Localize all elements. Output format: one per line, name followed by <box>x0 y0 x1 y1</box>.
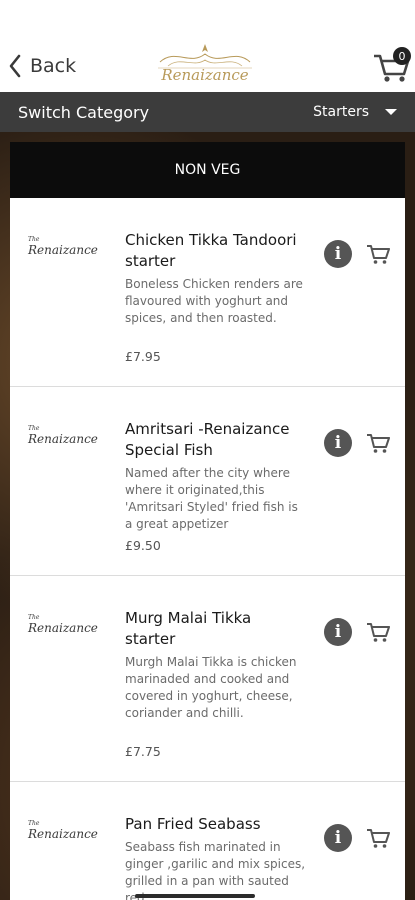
item-title: Pan Fried Seabass <box>125 815 261 833</box>
item-description: Seabass fish marinated in ginger ,garili… <box>125 840 306 900</box>
item-logo-the: The <box>28 425 40 432</box>
selected-category: Starters <box>313 104 369 120</box>
add-to-cart-icon[interactable] <box>366 243 390 265</box>
menu-panel: NON VEG The Renaizance Chicken Tikka Tan… <box>10 142 405 900</box>
item-logo: The Renaizance <box>28 236 108 257</box>
info-icon[interactable]: i <box>324 618 352 646</box>
item-title: Chicken Tikka Tandoori starter <box>125 231 297 270</box>
back-label: Back <box>30 55 77 77</box>
switch-category-label: Switch Category <box>18 102 150 122</box>
info-icon[interactable]: i <box>324 824 352 852</box>
dropdown-caret-icon <box>385 109 397 115</box>
item-description: Murgh Malai Tikka is chicken marinaded a… <box>125 655 297 720</box>
item-logo-name: Renaizance <box>28 432 98 446</box>
item-logo: The Renaizance <box>28 425 108 446</box>
add-to-cart-icon[interactable] <box>366 621 390 643</box>
item-description: Named after the city where where it orig… <box>125 466 298 531</box>
chevron-left-icon <box>9 54 21 78</box>
menu-item[interactable]: The Renaizance Murg Malai Tikka starter … <box>10 576 405 782</box>
info-icon[interactable]: i <box>324 429 352 457</box>
item-price: £7.95 <box>125 349 161 364</box>
item-logo-the: The <box>28 614 40 621</box>
cart-count-badge: 0 <box>393 47 411 65</box>
category-dropdown[interactable]: Starters <box>313 104 397 120</box>
item-logo-the: The <box>28 236 40 243</box>
home-indicator[interactable] <box>135 894 255 898</box>
item-logo-name: Renaizance <box>28 621 98 635</box>
item-description: Boneless Chicken renders are flavoured w… <box>125 277 303 325</box>
add-to-cart-icon[interactable] <box>366 827 390 849</box>
back-button[interactable]: Back <box>8 52 76 80</box>
item-title: Amritsari -Renaizance Special Fish <box>125 420 290 459</box>
item-price: £7.75 <box>125 744 161 759</box>
menu-item[interactable]: The Renaizance Chicken Tikka Tandoori st… <box>10 198 405 387</box>
logo-text: Renaizance <box>161 66 249 84</box>
item-logo-name: Renaizance <box>28 827 98 841</box>
item-logo: The Renaizance <box>28 820 108 841</box>
add-to-cart-icon[interactable] <box>366 432 390 454</box>
section-header: NON VEG <box>10 142 405 198</box>
top-header: Back Renaizance 0 <box>0 0 415 92</box>
info-icon[interactable]: i <box>324 240 352 268</box>
item-title: Murg Malai Tikka starter <box>125 609 252 648</box>
menu-item[interactable]: The Renaizance Pan Fried Seabass Seabass… <box>10 782 405 900</box>
item-logo: The Renaizance <box>28 614 108 635</box>
switch-category-bar[interactable]: Switch Category Starters <box>0 92 415 132</box>
item-price: £9.50 <box>125 538 161 553</box>
item-logo-the: The <box>28 820 40 827</box>
menu-item[interactable]: The Renaizance Amritsari -Renaizance Spe… <box>10 387 405 576</box>
restaurant-logo: Renaizance <box>150 40 260 90</box>
item-logo-name: Renaizance <box>28 243 98 257</box>
